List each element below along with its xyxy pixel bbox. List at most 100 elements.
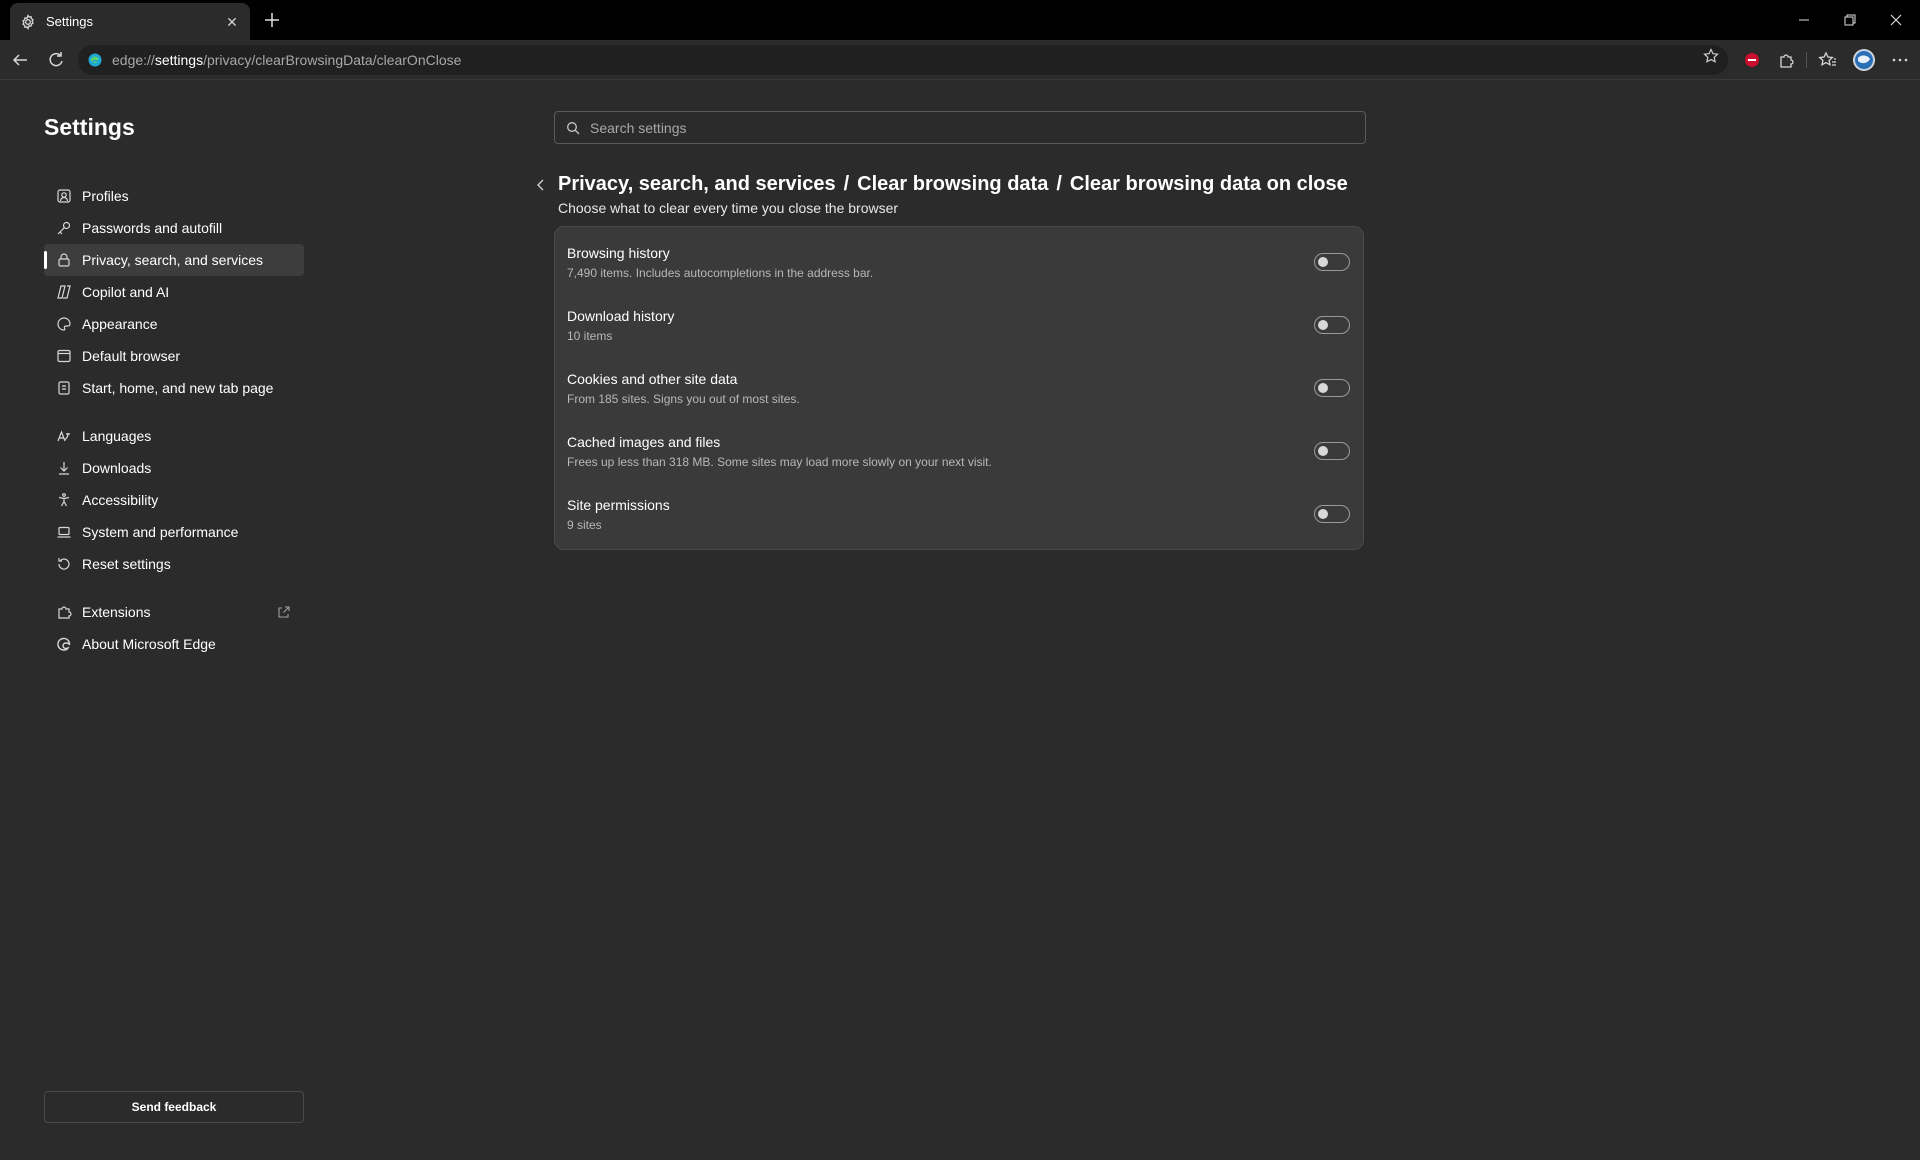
tab-strip: Settings ✕ (0, 0, 1920, 40)
option-description: 7,490 items. Includes autocompletions in… (567, 266, 874, 280)
sidebar-item-appearance[interactable]: Appearance (44, 308, 304, 340)
external-link-icon (276, 604, 292, 620)
option-row-download-history: Download history 10 items (555, 290, 1365, 353)
search-placeholder: Search settings (590, 119, 687, 136)
sidebar-item-label: Start, home, and new tab page (82, 380, 274, 396)
breadcrumb: Privacy, search, and services / Clear brow… (558, 173, 1348, 196)
favorite-star-icon[interactable] (1703, 48, 1719, 64)
sidebar-item-reset[interactable]: Reset settings (44, 548, 304, 580)
sidebar-item-languages[interactable]: Languages (44, 420, 304, 452)
toolbar-divider (1806, 52, 1807, 68)
tab-settings[interactable]: Settings ✕ (10, 3, 250, 40)
browsing-history-toggle[interactable] (1314, 253, 1350, 271)
edge-logo-icon (88, 53, 102, 67)
option-title: Download history (567, 308, 675, 324)
address-bar[interactable]: edge://settings/privacy/clearBrowsingDat… (78, 45, 1728, 75)
close-tab-icon[interactable]: ✕ (224, 14, 240, 30)
sidebar-item-label: Downloads (82, 460, 152, 476)
close-window-icon[interactable] (1884, 8, 1908, 32)
sidebar-item-system[interactable]: System and performance (44, 516, 304, 548)
new-tab-icon[interactable] (262, 10, 282, 30)
browser-toolbar: edge://settings/privacy/clearBrowsingDat… (0, 40, 1920, 80)
sidebar-item-privacy[interactable]: Privacy, search, and services (44, 244, 304, 276)
option-title: Cached images and files (567, 434, 721, 450)
sidebar-item-downloads[interactable]: Downloads (44, 452, 304, 484)
sidebar-item-label: Default browser (82, 348, 181, 364)
toggle-knob (1318, 383, 1328, 393)
site-permissions-toggle[interactable] (1314, 505, 1350, 523)
send-feedback-button[interactable]: Send feedback (44, 1091, 304, 1123)
sidebar-item-label: Passwords and autofill (82, 220, 223, 236)
languages-icon (56, 428, 72, 444)
sidebar-item-label: Languages (82, 428, 152, 444)
sidebar-item-extensions[interactable]: Extensions (44, 596, 304, 628)
download-icon (56, 460, 72, 476)
sidebar-item-profiles[interactable]: Profiles (44, 180, 304, 212)
option-description: From 185 sites. Signs you out of most si… (567, 392, 800, 406)
option-title: Browsing history (567, 245, 670, 261)
cookies-toggle[interactable] (1314, 379, 1350, 397)
sidebar-item-passwords[interactable]: Passwords and autofill (44, 212, 304, 244)
accessibility-icon (56, 492, 72, 508)
copilot-icon (56, 284, 72, 300)
toggle-knob (1318, 509, 1328, 519)
settings-title: Settings (44, 114, 135, 140)
toggle-knob (1318, 320, 1328, 330)
palette-icon (56, 316, 72, 332)
favorites-icon[interactable] (1816, 48, 1840, 72)
breadcrumb-privacy[interactable]: Privacy, search, and services (558, 173, 836, 195)
option-row-cached-images: Cached images and files Frees up less th… (555, 416, 1365, 479)
extensions-icon[interactable] (1775, 48, 1799, 72)
option-description: 10 items (567, 329, 613, 343)
sidebar-item-label: Extensions (82, 604, 151, 620)
refresh-icon[interactable] (44, 48, 68, 72)
blocker-extension-icon[interactable] (1740, 48, 1764, 72)
breadcrumb-separator: / (843, 173, 850, 195)
option-description: Frees up less than 318 MB. Some sites ma… (567, 455, 992, 469)
sidebar-item-label: Accessibility (82, 492, 159, 508)
tab-title: Settings (46, 14, 93, 29)
more-options-icon[interactable] (1888, 48, 1912, 72)
sidebar-item-label: Profiles (82, 188, 129, 204)
gear-icon (20, 13, 36, 30)
sidebar-item-about[interactable]: About Microsoft Edge (44, 628, 304, 660)
sidebar-item-label: Copilot and AI (82, 284, 170, 300)
sidebar-item-start-home[interactable]: Start, home, and new tab page (44, 372, 304, 404)
back-chevron-icon[interactable] (534, 176, 548, 194)
option-description: 9 sites (567, 518, 602, 532)
breadcrumb-separator: / (1056, 173, 1062, 195)
option-row-browsing-history: Browsing history 7,490 items. Includes a… (555, 227, 1365, 290)
option-row-site-permissions: Site permissions 9 sites (555, 479, 1365, 542)
search-input[interactable]: Search settings (554, 111, 1366, 144)
clear-on-close-card: Browsing history 7,490 items. Includes a… (554, 226, 1364, 550)
key-icon (56, 220, 72, 236)
restore-icon[interactable] (1838, 8, 1862, 32)
page-subtitle: Choose what to clear every time you clos… (558, 200, 899, 216)
reset-icon (56, 556, 72, 572)
breadcrumb-clear-browsing-data[interactable]: Clear browsing data (857, 173, 1048, 195)
cached-images-toggle[interactable] (1314, 442, 1350, 460)
back-icon[interactable] (8, 48, 32, 72)
sidebar-item-label: About Microsoft Edge (82, 636, 216, 652)
page-title: Clear browsing data on close (1069, 173, 1348, 195)
option-row-cookies: Cookies and other site data From 185 sit… (555, 353, 1365, 416)
edge-logo-icon (56, 636, 72, 652)
sidebar-item-label: Reset settings (82, 556, 171, 572)
search-icon (566, 121, 580, 135)
sidebar-item-copilot[interactable]: Copilot and AI (44, 276, 304, 308)
home-tabs-icon (56, 380, 72, 396)
minimize-icon[interactable] (1792, 8, 1816, 32)
browser-icon (56, 348, 72, 364)
sidebar-item-label: Appearance (82, 316, 158, 332)
toggle-knob (1318, 257, 1328, 267)
sidebar-item-label: Privacy, search, and services (82, 252, 264, 268)
laptop-icon (56, 524, 72, 540)
download-history-toggle[interactable] (1314, 316, 1350, 334)
sidebar-item-accessibility[interactable]: Accessibility (44, 484, 304, 516)
avatar[interactable] (1852, 48, 1876, 72)
puzzle-icon (56, 604, 72, 620)
lock-icon (56, 252, 72, 268)
sidebar-item-default-browser[interactable]: Default browser (44, 340, 304, 372)
toggle-knob (1318, 446, 1328, 456)
option-title: Site permissions (567, 497, 670, 513)
